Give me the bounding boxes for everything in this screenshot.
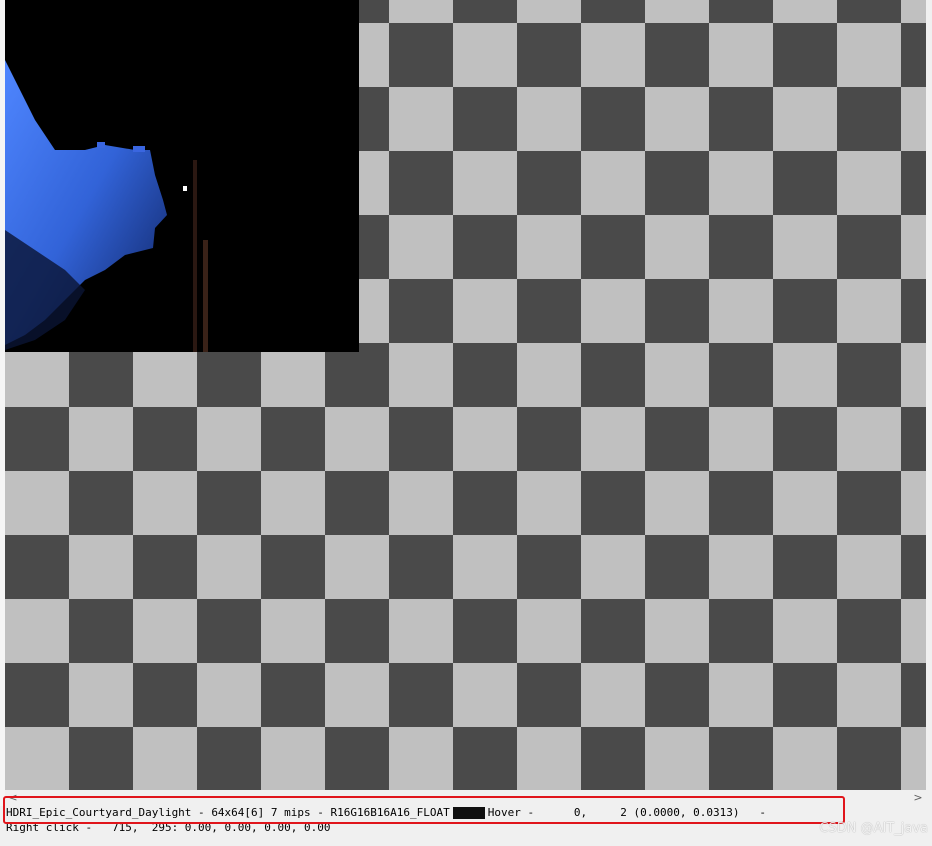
horizontal-scrollbar[interactable]: < >: [5, 790, 926, 806]
texture-name: HDRI_Epic_Courtyard_Daylight: [6, 806, 192, 819]
texture-preview: [5, 0, 359, 352]
hover-x: 0,: [573, 806, 588, 819]
hover-y: 2: [620, 806, 627, 819]
scroll-left-arrow-icon[interactable]: <: [5, 790, 21, 806]
right-click-info-line: Right click - 715, 295: 0.00, 0.00, 0.00…: [6, 821, 331, 834]
separator: -: [191, 806, 212, 819]
hover-trail: -: [752, 806, 766, 819]
scroll-right-arrow-icon[interactable]: >: [910, 790, 926, 806]
mip-count: 7 mips: [270, 806, 311, 819]
hover-color-swatch: [452, 807, 485, 819]
texture-info-line: HDRI_Epic_Courtyard_Daylight - 64x64[6] …: [6, 806, 766, 820]
hdri-texture-image: [5, 0, 359, 352]
separator: -: [310, 806, 331, 819]
hover-uv: (0.0000, 0.0313): [633, 806, 740, 819]
vertical-scrollbar[interactable]: [926, 0, 932, 790]
pixel-format: R16G16B16A16_FLOAT: [330, 806, 450, 819]
texture-viewer-canvas[interactable]: [5, 0, 926, 790]
texture-size: 64x64[6]: [211, 806, 265, 819]
watermark: CSDN @AIT_java: [819, 821, 928, 836]
hover-label: Hover -: [487, 806, 535, 819]
status-bar: HDRI_Epic_Courtyard_Daylight - 64x64[6] …: [0, 806, 932, 846]
